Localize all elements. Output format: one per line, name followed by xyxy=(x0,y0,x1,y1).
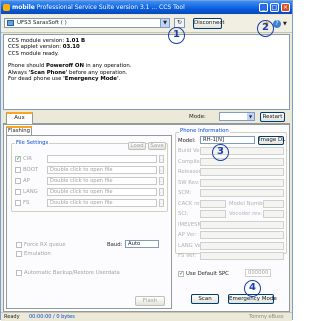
info-field-label: Vocoder rev: xyxy=(229,211,263,217)
info-field-value xyxy=(200,168,284,176)
mode-label: Mode: xyxy=(189,114,206,120)
device-value: UFS3 SarasSoft ( ) xyxy=(17,20,67,26)
auto-backup-label: Automatic Backup/Restore Userdata xyxy=(24,270,120,276)
baud-select[interactable]: Auto xyxy=(125,240,159,248)
info-field-value xyxy=(200,189,284,197)
emulation-checkbox[interactable] xyxy=(16,251,22,257)
status-user: Tommy eBuss xyxy=(249,314,284,320)
auto-backup-checkbox[interactable] xyxy=(16,270,22,276)
info-field-value xyxy=(200,199,226,208)
log-output: CCS module version: 1.01 B CCS applet ver… xyxy=(3,34,290,110)
mode-select[interactable]: ▼ xyxy=(219,112,255,121)
file-label-fs: FS xyxy=(23,200,30,206)
info-field-value xyxy=(200,252,284,260)
tab-aux[interactable]: Aux xyxy=(6,112,33,124)
device-select[interactable]: UFS3 SarasSoft ( ) ▼ xyxy=(4,18,170,28)
flash-button[interactable]: Flash xyxy=(135,296,165,306)
info-field-label: SCM: xyxy=(178,190,192,196)
file-label-ap: AP xyxy=(23,178,30,184)
annotation-1: 1 xyxy=(168,27,185,44)
status-ready: Ready xyxy=(4,314,20,320)
spc-input[interactable]: 000000 xyxy=(245,269,271,277)
emulation-label: Emulation xyxy=(24,251,51,257)
annotation-4: 4 xyxy=(244,280,261,297)
browse-button[interactable]: … xyxy=(159,188,164,196)
status-progress: 00:00:00 / 0 bytes xyxy=(29,314,75,320)
file-path-input[interactable] xyxy=(47,155,157,163)
baud-label: Baud: xyxy=(107,242,123,248)
app-icon xyxy=(3,4,10,11)
info-field-value xyxy=(200,241,284,250)
file-checkbox-ap[interactable] xyxy=(15,178,21,184)
force-rx-label: Force RX queue xyxy=(24,242,66,248)
menu-chevron-icon[interactable]: ▼ xyxy=(283,21,287,27)
spc-value: 000000 xyxy=(248,270,269,276)
phone-icon xyxy=(7,20,14,26)
model-label: Model: xyxy=(178,138,196,144)
info-field-value xyxy=(263,199,284,208)
browse-button[interactable]: … xyxy=(159,199,164,207)
annotation-3: 3 xyxy=(212,144,229,161)
image-dl-button[interactable]: Image DL xyxy=(258,136,285,145)
use-default-spc-checkbox[interactable] xyxy=(178,270,184,277)
file-checkbox-cir[interactable] xyxy=(15,155,21,162)
file-path-input[interactable]: Double click to open file xyxy=(47,188,157,196)
load-button[interactable]: Load xyxy=(128,142,146,150)
toolbar: UFS3 SarasSoft ( ) ▼ ↻ Disconnect ★ ? ▼ xyxy=(1,15,292,33)
browse-button[interactable]: … xyxy=(159,177,164,185)
baud-value: Auto xyxy=(128,241,141,247)
use-default-spc-label: Use Default SPC xyxy=(186,271,229,277)
browse-button[interactable]: … xyxy=(159,166,164,174)
file-label-boot: BOOT xyxy=(23,167,39,173)
info-field-value xyxy=(200,231,284,239)
main-window: mobile Professional Service Suite versio… xyxy=(0,0,293,321)
info-field-value xyxy=(200,210,226,218)
phone-info-title: Phone Information xyxy=(179,128,230,134)
scan-button[interactable]: Scan xyxy=(191,294,219,304)
info-field-value xyxy=(200,157,284,166)
save-button[interactable]: Save xyxy=(148,142,166,150)
annotation-2: 2 xyxy=(257,20,274,37)
browse-button[interactable]: … xyxy=(159,155,164,163)
model-select[interactable]: RH-1[N] xyxy=(200,136,255,144)
help-icon[interactable]: ? xyxy=(273,20,281,28)
info-field-label: SW Rev: xyxy=(178,179,200,186)
chevron-down-icon: ▼ xyxy=(247,113,254,120)
file-path-input[interactable]: Double click to open file xyxy=(47,199,157,207)
restart-button[interactable]: Restart xyxy=(260,112,285,122)
info-field-value xyxy=(200,220,284,229)
info-field-value xyxy=(263,210,284,218)
file-label-lang: LANG xyxy=(23,189,38,195)
minimize-button[interactable]: _ xyxy=(259,3,268,12)
file-label-cir: CIR xyxy=(23,156,32,162)
file-settings-title: File Settings xyxy=(15,140,50,146)
info-field-label: FS Ver: xyxy=(178,253,197,259)
chevron-down-icon: ▼ xyxy=(160,19,169,27)
file-path-input[interactable]: Double click to open file xyxy=(47,177,157,185)
file-path-input[interactable]: Double click to open file xyxy=(47,166,157,174)
disconnect-button[interactable]: Disconnect xyxy=(193,18,225,29)
force-rx-checkbox[interactable] xyxy=(16,242,22,248)
title-bar: mobile Professional Service Suite versio… xyxy=(1,1,292,14)
maximize-button[interactable]: □ xyxy=(270,3,279,12)
info-field-label: SCI: xyxy=(178,211,189,217)
flashing-panel: File Settings Load Save CIR … BOOT Double c… xyxy=(6,135,172,309)
info-field-value xyxy=(200,178,284,187)
file-checkbox-lang[interactable] xyxy=(15,189,21,195)
close-button[interactable]: × xyxy=(281,3,290,12)
info-field-label: AP Ver: xyxy=(178,232,197,238)
log-line: For dead phone use 'Emergency Mode'. xyxy=(8,76,121,83)
window-title: mobile Professional Service Suite versio… xyxy=(12,4,185,11)
file-checkbox-fs[interactable] xyxy=(15,200,21,206)
model-value: RH-1[N] xyxy=(203,137,225,143)
file-checkbox-boot[interactable] xyxy=(15,167,21,173)
